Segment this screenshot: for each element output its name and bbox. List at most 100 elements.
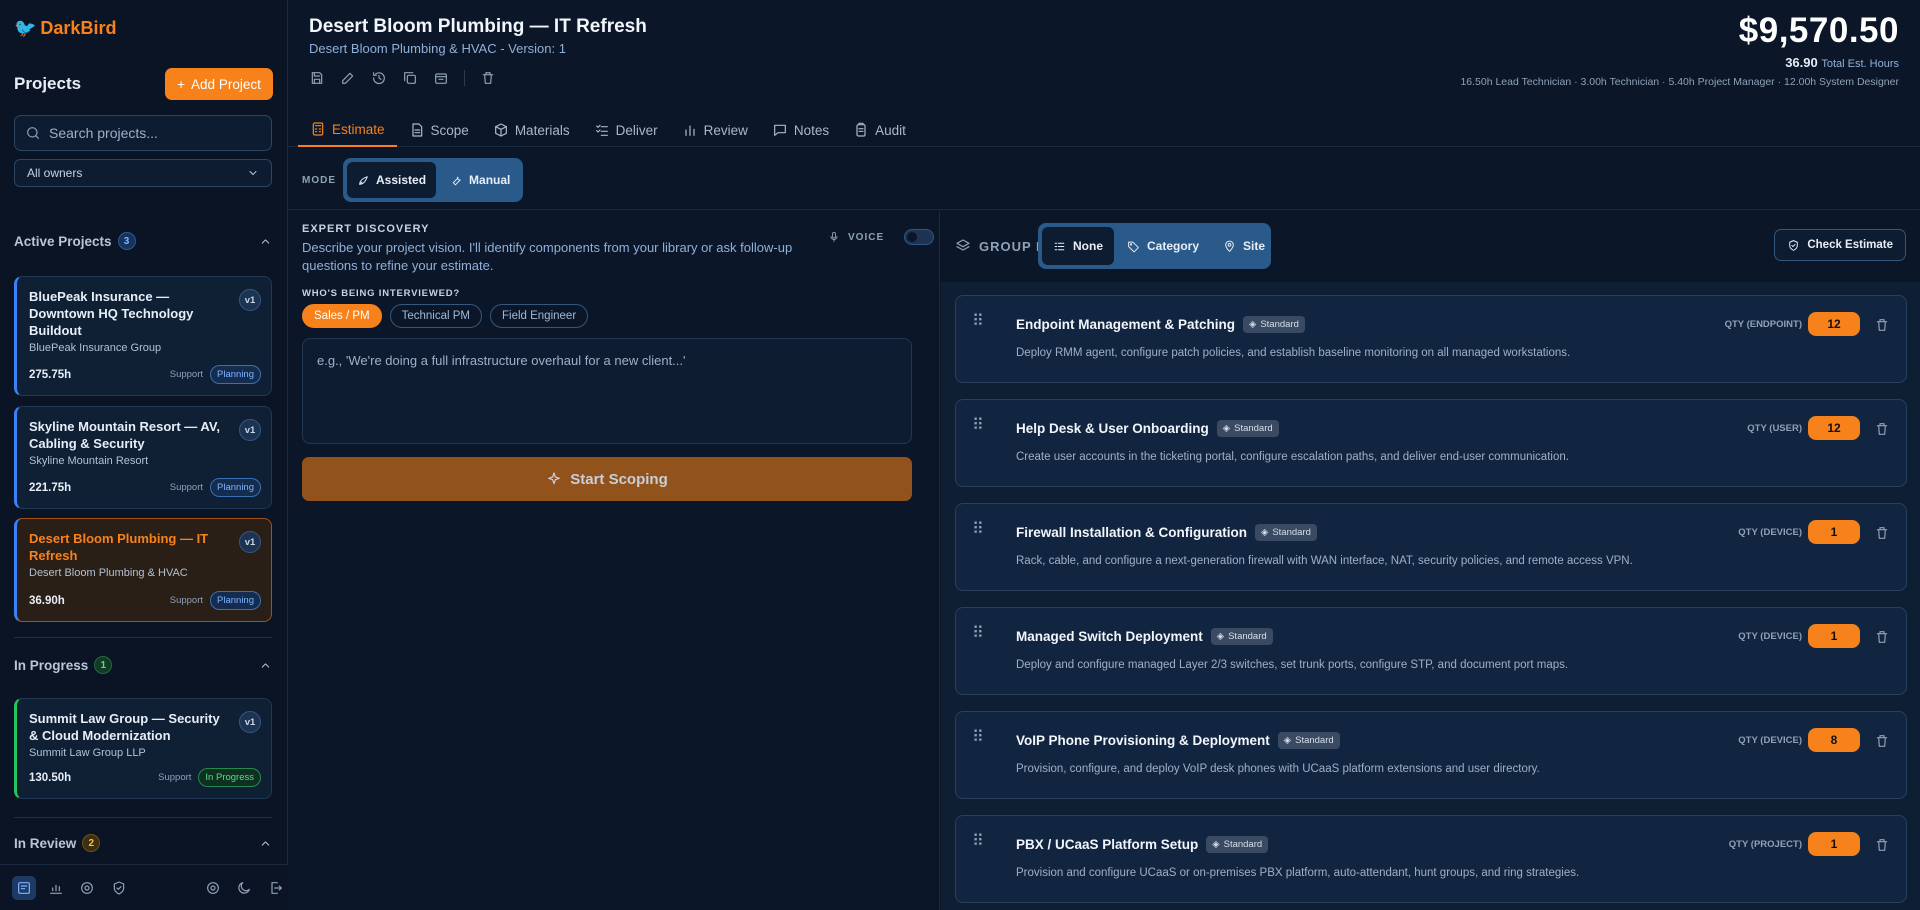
project-card-bluepeak[interactable]: BluePeak Insurance — Downtown HQ Technol… — [14, 276, 272, 396]
count-badge: 2 — [82, 834, 101, 852]
trash-icon[interactable] — [480, 70, 496, 86]
app-logo[interactable]: 🐦 DarkBird — [14, 18, 116, 39]
edit-icon[interactable] — [340, 70, 356, 86]
trash-icon[interactable] — [1874, 733, 1890, 749]
drag-handle-icon[interactable]: ⠿ — [972, 834, 984, 850]
project-hours: 221.75h — [29, 481, 72, 494]
group-none-button[interactable]: None — [1042, 227, 1114, 265]
tab-materials[interactable]: Materials — [481, 113, 582, 147]
qty-input[interactable]: 12 — [1808, 416, 1860, 440]
badge-label: Standard — [1260, 319, 1299, 330]
status-badge: Planning — [210, 365, 261, 384]
owner-filter-select[interactable]: All owners — [14, 159, 272, 187]
trash-icon[interactable] — [1874, 629, 1890, 645]
start-scoping-button[interactable]: Start Scoping — [302, 457, 912, 501]
voice-toggle-group: VOICE — [828, 229, 935, 245]
project-card-skyline[interactable]: Skyline Mountain Resort — AV, Cabling & … — [14, 406, 272, 509]
tab-audit[interactable]: Audit — [841, 113, 918, 147]
trash-icon[interactable] — [1874, 421, 1890, 437]
moon-icon[interactable] — [232, 876, 256, 900]
project-title: Desert Bloom Plumbing — IT Refresh — [29, 531, 209, 563]
component-name: Help Desk & User Onboarding — [1016, 421, 1209, 436]
tab-deliver[interactable]: Deliver — [582, 113, 670, 147]
project-card-desert-bloom[interactable]: Desert Bloom Plumbing — IT Refresh Deser… — [14, 518, 272, 622]
tab-scope[interactable]: Scope — [397, 113, 481, 147]
trash-icon[interactable] — [1874, 525, 1890, 541]
component-row[interactable]: ⠿ VoIP Phone Provisioning & Deployment ◈ S… — [955, 711, 1907, 799]
voice-label: VOICE — [848, 231, 885, 243]
trash-icon[interactable] — [1874, 837, 1890, 853]
tab-bar: Estimate Scope Materials Deliver Review … — [288, 113, 1920, 147]
standard-badge: ◈ Standard — [1210, 628, 1273, 645]
project-hours: 36.90h — [29, 594, 65, 607]
badge-label: Standard — [1234, 423, 1273, 434]
component-name: Endpoint Management & Patching — [1016, 317, 1236, 332]
save-icon[interactable] — [309, 70, 325, 86]
chip-sales-pm[interactable]: Sales / PM — [302, 304, 382, 328]
component-row[interactable]: ⠿ PBX / UCaaS Platform Setup ◈ Standard Pr… — [955, 815, 1907, 903]
chip-field-engineer[interactable]: Field Engineer — [490, 304, 589, 328]
wrench-icon — [452, 176, 461, 185]
component-row[interactable]: ⠿ Endpoint Management & Patching ◈ Standar… — [955, 295, 1907, 383]
projects-nav-icon[interactable] — [12, 875, 36, 900]
section-in-progress[interactable]: In Progress 1 — [14, 656, 272, 674]
discovery-textarea[interactable] — [302, 338, 912, 444]
project-search[interactable] — [14, 115, 272, 151]
plus-icon: + — [177, 76, 186, 92]
chevron-up-icon[interactable] — [259, 837, 272, 850]
duplicate-icon[interactable] — [402, 70, 418, 86]
add-project-button[interactable]: + Add Project — [165, 68, 273, 100]
components-panel: GROUP BY None Category Site Check Estima… — [941, 211, 1920, 910]
drag-handle-icon[interactable]: ⠿ — [972, 522, 984, 538]
qty-input[interactable]: 1 — [1808, 624, 1860, 648]
mode-manual-button[interactable]: Manual — [440, 162, 520, 198]
chevron-up-icon[interactable] — [259, 235, 272, 248]
component-row[interactable]: ⠿ Help Desk & User Onboarding ◈ Standard C… — [955, 399, 1907, 487]
component-row[interactable]: ⠿ Firewall Installation & Configuration ◈… — [955, 503, 1907, 591]
mode-assisted-button[interactable]: Assisted — [347, 162, 437, 198]
qty-input[interactable]: 1 — [1808, 832, 1860, 856]
chevron-up-icon[interactable] — [259, 659, 272, 672]
qty-input[interactable]: 1 — [1808, 520, 1860, 544]
section-in-review[interactable]: In Review 2 — [14, 834, 272, 852]
archive-icon[interactable] — [433, 70, 449, 86]
tab-notes[interactable]: Notes — [760, 113, 841, 147]
qty-input[interactable]: 8 — [1808, 728, 1860, 752]
main-area: Desert Bloom Plumbing — IT Refresh Deser… — [288, 0, 1920, 910]
drag-handle-icon[interactable]: ⠿ — [972, 314, 984, 330]
drag-handle-icon[interactable]: ⠿ — [972, 418, 984, 434]
layers-icon: ◈ — [1249, 319, 1257, 330]
group-category-label: Category — [1147, 239, 1200, 253]
trash-icon[interactable] — [1874, 317, 1890, 333]
chip-technical-pm[interactable]: Technical PM — [389, 304, 482, 328]
tab-review[interactable]: Review — [670, 113, 760, 147]
clipboard-icon — [856, 122, 866, 137]
qty-input[interactable]: 12 — [1808, 312, 1860, 336]
group-category-button[interactable]: Category — [1116, 227, 1210, 265]
drag-handle-icon[interactable]: ⠿ — [972, 626, 984, 642]
tab-estimate[interactable]: Estimate — [298, 113, 397, 147]
tag-icon — [1128, 241, 1139, 252]
history-icon[interactable] — [371, 70, 387, 86]
project-hours: 275.75h — [29, 368, 72, 381]
badge-label: Standard — [1228, 631, 1267, 642]
settings-gear-icon[interactable] — [76, 876, 100, 900]
status-badge: Planning — [210, 478, 261, 497]
component-row[interactable]: ⠿ Managed Switch Deployment ◈ Standard Dep… — [955, 607, 1907, 695]
component-name: Managed Switch Deployment — [1016, 629, 1203, 644]
project-card-summit-law[interactable]: Summit Law Group — Security & Cloud Mode… — [14, 698, 272, 799]
group-site-button[interactable]: Site — [1212, 227, 1276, 265]
drag-handle-icon[interactable]: ⠿ — [972, 730, 984, 746]
chevron-down-icon — [249, 171, 257, 175]
logout-icon[interactable] — [264, 876, 288, 900]
section-active-projects[interactable]: Active Projects 3 — [14, 232, 272, 250]
shield-icon[interactable] — [107, 876, 131, 900]
component-name: Firewall Installation & Configuration — [1016, 525, 1248, 540]
group-site-label: Site — [1243, 239, 1266, 253]
search-input[interactable] — [49, 125, 259, 141]
qty-label: QTY (DEVICE) — [1738, 630, 1802, 642]
help-lifebuoy-icon[interactable] — [201, 876, 225, 900]
analytics-icon[interactable] — [44, 876, 68, 900]
voice-toggle[interactable] — [904, 229, 935, 245]
check-estimate-button[interactable]: Check Estimate — [1774, 229, 1906, 261]
